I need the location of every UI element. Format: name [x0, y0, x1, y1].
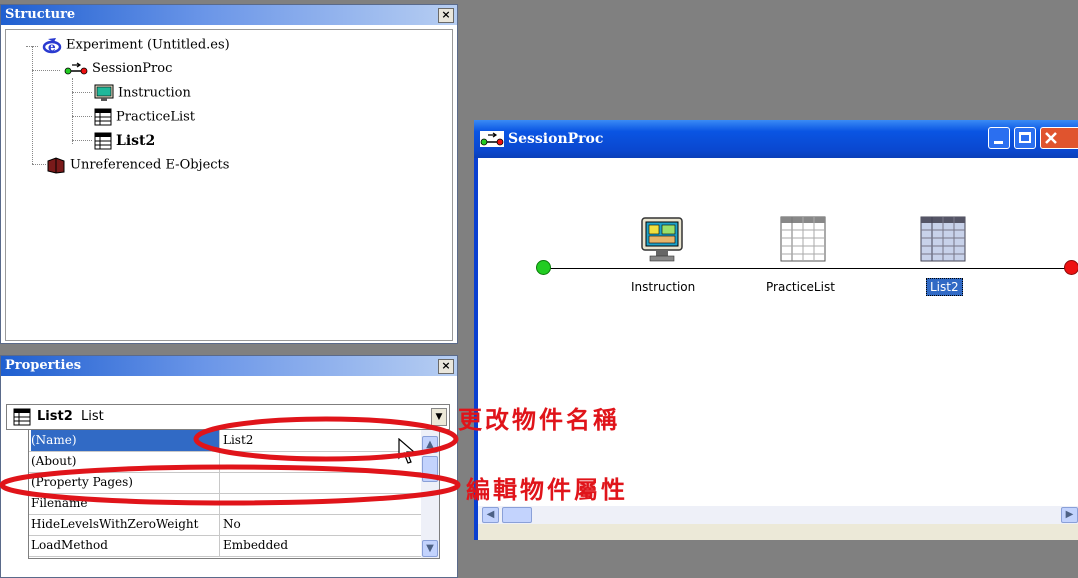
properties-title: Properties — [5, 358, 82, 373]
list-icon — [94, 108, 112, 126]
instruction-label: Instruction — [631, 280, 696, 294]
close-button[interactable] — [1040, 127, 1078, 149]
tree-item-unreferenced[interactable]: Unreferenced E-Objects — [46, 156, 229, 174]
structure-panel: Structure × e Experiment (Untitled.es) S — [0, 4, 458, 344]
properties-title-bar: Properties × — [1, 356, 457, 376]
practicelist-object-icon[interactable] — [780, 216, 826, 262]
structure-close-button[interactable]: × — [438, 8, 454, 23]
textdisplay-icon — [94, 84, 114, 101]
property-row[interactable]: LoadMethod Embedded — [29, 535, 421, 557]
list2-label: List2 — [926, 278, 963, 296]
annotation-ellipses — [0, 416, 461, 506]
minimize-icon — [994, 141, 1003, 144]
sessionproc-horizontal-scrollbar[interactable]: ◀ ▶ — [478, 506, 1078, 524]
tree-label-sessionproc: SessionProc — [92, 61, 173, 76]
tree-label-instruction: Instruction — [118, 85, 191, 101]
property-value[interactable]: Embedded — [223, 535, 288, 555]
rename-annotation: 更改物件名稱 — [458, 406, 620, 434]
scroll-right-button[interactable]: ▶ — [1061, 507, 1078, 523]
procedure-icon — [480, 131, 504, 147]
rename-highlight-ellipse — [193, 416, 459, 462]
tree-label-experiment: Experiment (Untitled.es) — [66, 37, 230, 53]
tree-label-unreferenced: Unreferenced E-Objects — [70, 157, 230, 173]
timeline-end-node[interactable] — [1064, 260, 1078, 275]
structure-title-bar: Structure × — [1, 5, 457, 25]
unreferenced-icon — [47, 157, 65, 174]
tree-item-sessionproc[interactable]: SessionProc — [64, 60, 172, 78]
scroll-left-button[interactable]: ◀ — [482, 507, 499, 523]
structure-tree[interactable]: e Experiment (Untitled.es) SessionProc I… — [5, 29, 453, 341]
property-key: LoadMethod — [31, 535, 220, 556]
maximize-button[interactable] — [1014, 127, 1036, 149]
practicelist-label: PracticeList — [766, 280, 835, 294]
scroll-thumb[interactable] — [502, 507, 532, 523]
maximize-icon — [1019, 132, 1031, 143]
tree-item-experiment[interactable]: e Experiment (Untitled.es) — [42, 36, 230, 54]
tree-item-instruction[interactable]: Instruction — [94, 84, 191, 102]
instruction-object-icon[interactable] — [640, 216, 684, 264]
sessionproc-title-bar[interactable]: SessionProc — [474, 120, 1078, 158]
timeline-line — [544, 268, 1070, 269]
svg-text:e: e — [48, 40, 56, 54]
sessionproc-title: SessionProc — [508, 131, 604, 147]
procedure-icon — [64, 62, 88, 74]
tree-item-practicelist[interactable]: PracticeList — [94, 108, 195, 126]
minimize-button[interactable] — [988, 127, 1010, 149]
experiment-icon: e — [42, 38, 62, 54]
close-icon — [1045, 132, 1057, 144]
tree-label-list2: List2 — [116, 133, 156, 149]
tree-item-list2[interactable]: List2 — [94, 132, 155, 150]
sessionproc-canvas[interactable]: Instruction PracticeList List2 — [478, 158, 1078, 506]
scroll-down-button[interactable]: ▼ — [422, 540, 438, 557]
tree-label-practicelist: PracticeList — [116, 109, 196, 125]
timeline-start-node[interactable] — [536, 260, 551, 275]
properties-close-button[interactable]: × — [438, 359, 454, 374]
sessionproc-status-strip — [478, 524, 1078, 540]
structure-title: Structure — [5, 7, 76, 22]
list-icon — [94, 132, 112, 150]
list2-object-icon[interactable] — [920, 216, 966, 262]
property-pages-highlight-ellipse — [0, 464, 461, 506]
edit-properties-annotation: 編輯物件屬性 — [466, 476, 628, 504]
